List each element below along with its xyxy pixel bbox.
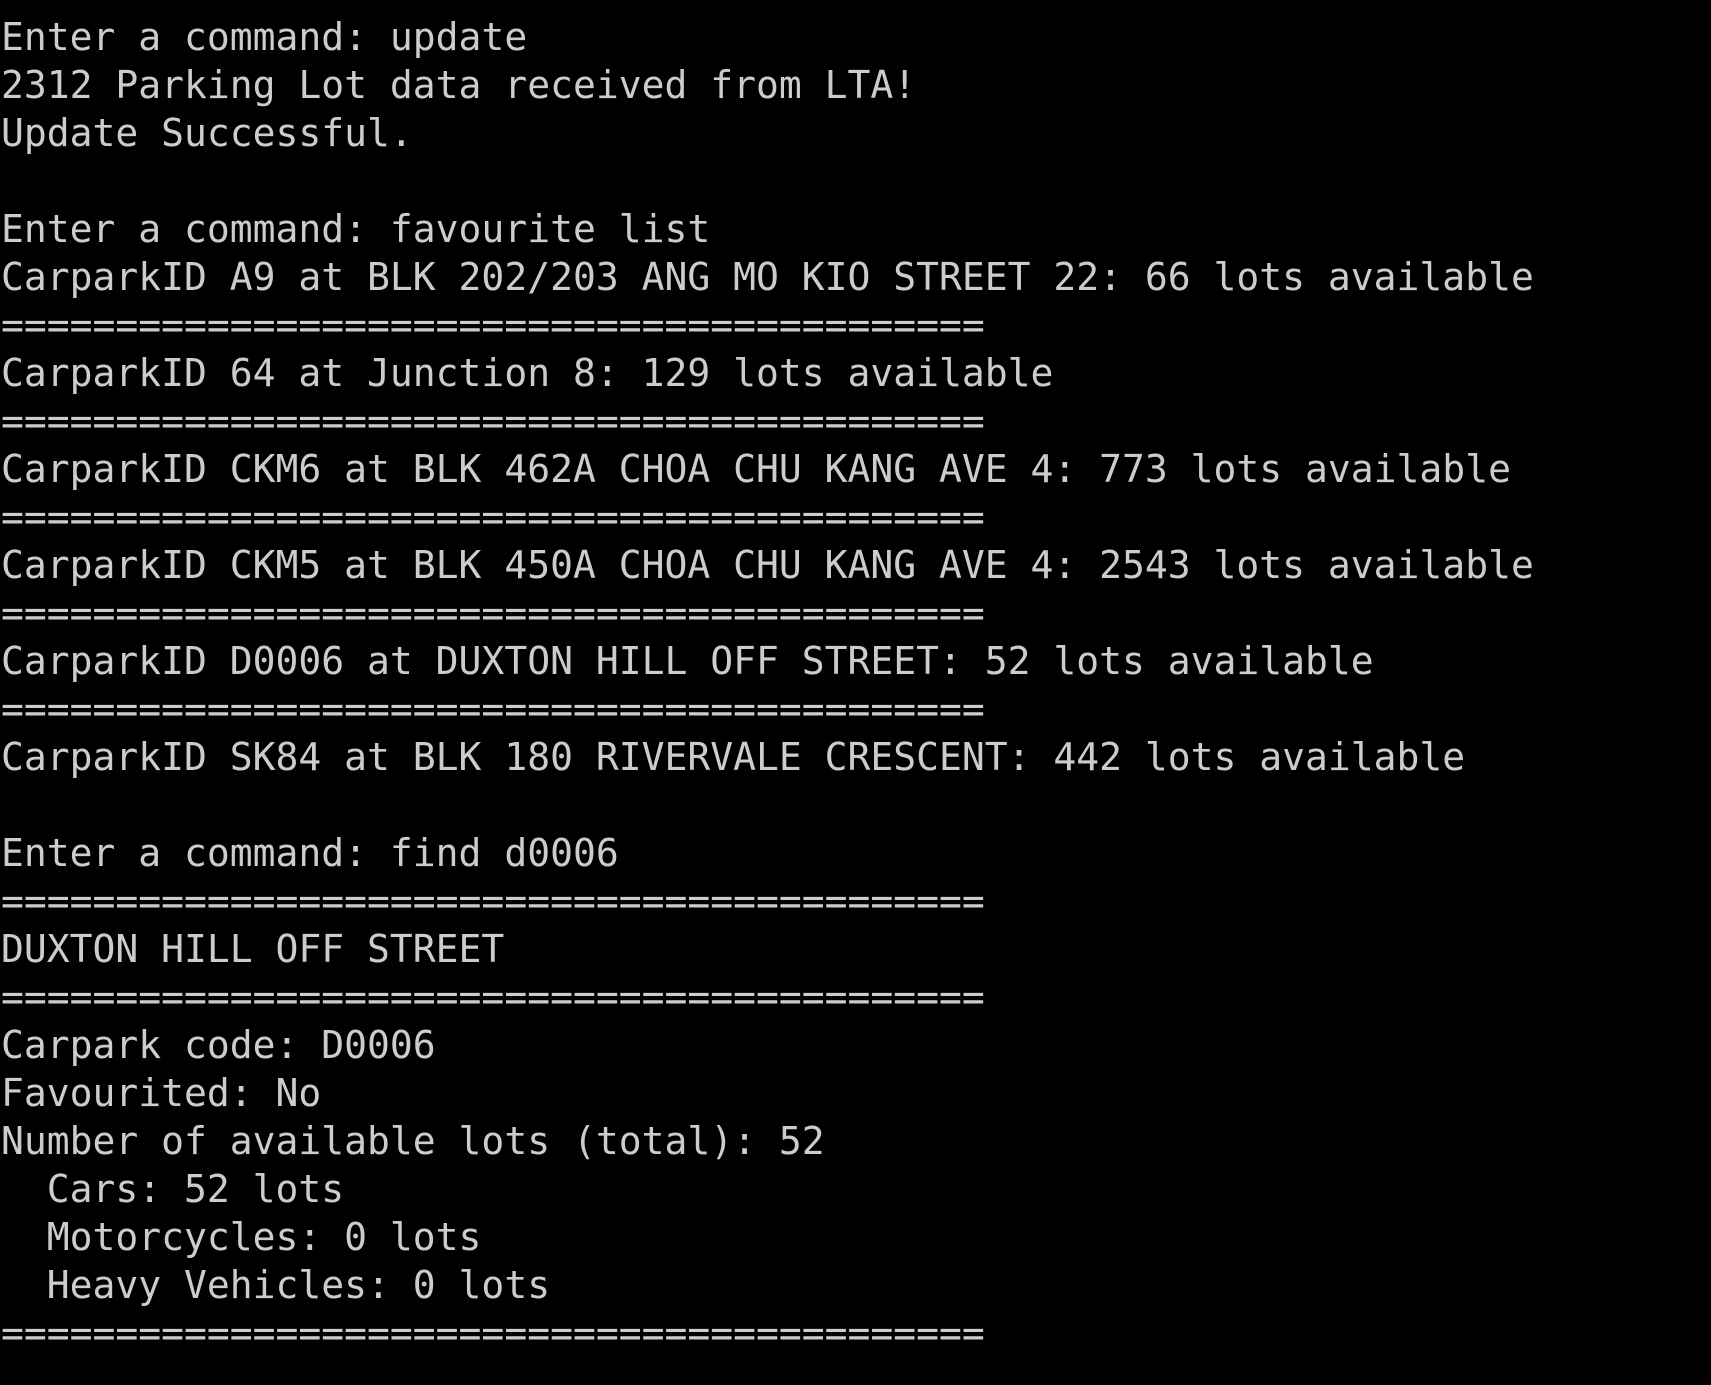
- separator-line: ========================================…: [1, 1311, 985, 1355]
- carpark-entry: CarparkID CKM6 at BLK 462A CHOA CHU KANG…: [1, 447, 1511, 491]
- favourited-detail: Favourited: No: [1, 1071, 322, 1115]
- output-line: 2312 Parking Lot data received from LTA!: [1, 63, 917, 107]
- output-line: Update Successful.: [1, 111, 413, 155]
- command-line-update: Enter a command: update: [1, 15, 528, 59]
- separator-line: ========================================…: [1, 975, 985, 1019]
- total-lots-detail: Number of available lots (total): 52: [1, 1119, 825, 1163]
- heavy-vehicles-lots-detail: Heavy Vehicles: 0 lots: [1, 1263, 551, 1307]
- separator-line: ========================================…: [1, 879, 985, 923]
- separator-line: ========================================…: [1, 591, 985, 635]
- command-line-favourite-list: Enter a command: favourite list: [1, 207, 711, 251]
- carpark-entry: CarparkID A9 at BLK 202/203 ANG MO KIO S…: [1, 255, 1534, 299]
- carpark-code-detail: Carpark code: D0006: [1, 1023, 436, 1067]
- command-line-find: Enter a command: find d0006: [1, 831, 619, 875]
- separator-line: ========================================…: [1, 399, 985, 443]
- carpark-entry: CarparkID SK84 at BLK 180 RIVERVALE CRES…: [1, 735, 1466, 779]
- separator-line: ========================================…: [1, 687, 985, 731]
- carpark-entry: CarparkID CKM5 at BLK 450A CHOA CHU KANG…: [1, 543, 1534, 587]
- separator-line: ========================================…: [1, 495, 985, 539]
- cars-lots-detail: Cars: 52 lots: [1, 1167, 345, 1211]
- terminal-window[interactable]: Enter a command: update 2312 Parking Lot…: [0, 0, 1711, 1385]
- separator-line: ========================================…: [1, 303, 985, 347]
- carpark-entry: CarparkID D0006 at DUXTON HILL OFF STREE…: [1, 639, 1374, 683]
- carpark-entry: CarparkID 64 at Junction 8: 129 lots ava…: [1, 351, 1054, 395]
- motorcycles-lots-detail: Motorcycles: 0 lots: [1, 1215, 482, 1259]
- carpark-name-heading: DUXTON HILL OFF STREET: [1, 927, 505, 971]
